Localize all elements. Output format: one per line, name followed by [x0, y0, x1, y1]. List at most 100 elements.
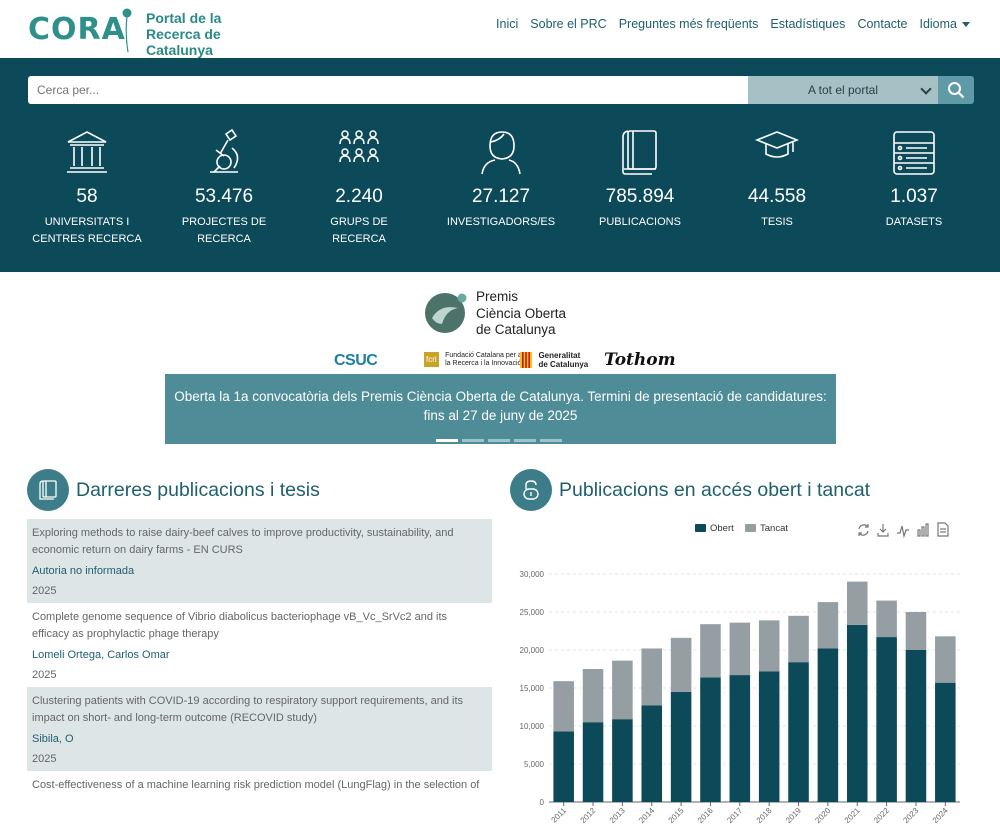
nav-faq[interactable]: Preguntes més freqüents — [619, 17, 759, 31]
pub-year: 2025 — [32, 585, 57, 597]
stat-label: INVESTIGADORS/ES — [446, 216, 556, 228]
legend-swatch-tancat[interactable] — [745, 524, 756, 532]
carousel-dot-1[interactable] — [436, 439, 458, 442]
bar-obert-2018[interactable] — [758, 671, 780, 802]
bar-obert-2019[interactable] — [788, 662, 809, 802]
stat-publicacions[interactable]: 785.894 PUBLICACIONS — [570, 128, 710, 231]
announcement-banner[interactable]: Oberta la 1a convocatòria dels Premis Ci… — [165, 374, 836, 444]
book-icon — [39, 480, 57, 500]
stat-label: DATASETS — [885, 216, 943, 228]
stats-row: 58 UNIVERSITATS I CENTRES RECERCA 53.476 … — [0, 128, 1000, 268]
gencat-logo[interactable]: Generalitat de Catalunya — [520, 351, 588, 372]
bar-tancat-2016[interactable] — [700, 624, 721, 678]
stat-grups[interactable]: 2.240 GRUPS DE RECERCA — [289, 128, 429, 248]
bar-obert-2020[interactable] — [817, 648, 839, 802]
bar-obert-2013[interactable] — [612, 719, 633, 802]
bar-obert-2024[interactable] — [935, 682, 956, 802]
nav-idioma[interactable]: Idioma — [919, 17, 970, 31]
nav-idioma-label: Idioma — [919, 17, 957, 31]
bar-obert-2016[interactable] — [700, 677, 721, 802]
refresh-icon[interactable] — [858, 524, 869, 536]
legend-label-tancat[interactable]: Tancat — [760, 523, 788, 534]
x-tick-label: 2017 — [725, 806, 744, 825]
nav-sobre[interactable]: Sobre el PRC — [530, 17, 606, 31]
bar-tancat-2017[interactable] — [729, 622, 751, 676]
fcri-logo[interactable]: fcri Fundació Catalana per a la Recerca i… — [424, 352, 522, 370]
bar-obert-2015[interactable] — [670, 691, 692, 802]
pub-author[interactable]: Sibila, O — [32, 733, 487, 745]
stat-value: 27.127 — [471, 186, 531, 207]
publications-list: Exploring methods to raise dairy-beef ca… — [27, 519, 492, 794]
bar-tancat-2011[interactable] — [553, 681, 574, 732]
stat-value: 53.476 — [194, 186, 254, 207]
bar-tancat-2018[interactable] — [758, 620, 780, 672]
stat-tesis[interactable]: 44.558 TESIS — [707, 128, 847, 231]
y-tick-label: 10,000 — [520, 722, 545, 731]
bar-tancat-2012[interactable] — [582, 669, 604, 723]
bar-tancat-2020[interactable] — [817, 602, 839, 649]
chart-bars — [553, 581, 956, 802]
download-icon[interactable] — [877, 524, 889, 537]
carousel-indicators — [436, 439, 562, 442]
list-item[interactable]: Exploring methods to raise dairy-beef ca… — [27, 519, 492, 603]
bar-tancat-2014[interactable] — [641, 648, 663, 706]
pub-author[interactable]: Autoria no informada — [32, 565, 487, 577]
stat-investigadors[interactable]: 27.127 INVESTIGADORS/ES — [431, 128, 571, 231]
pub-title[interactable]: Cost-effectiveness of a machine learning… — [32, 777, 487, 794]
search-icon — [948, 82, 965, 99]
bar-tancat-2021[interactable] — [846, 581, 868, 625]
legend-swatch-obert[interactable] — [695, 524, 706, 532]
bar-obert-2022[interactable] — [876, 637, 897, 802]
pub-title[interactable]: Clustering patients with COVID-19 accord… — [32, 693, 487, 727]
nav-inici[interactable]: Inici — [496, 17, 518, 31]
bar-obert-2023[interactable] — [905, 650, 927, 802]
x-tick-label: 2014 — [637, 806, 656, 825]
pub-author[interactable]: Lomeli Ortega, Carlos Omar — [32, 649, 487, 661]
bar-obert-2017[interactable] — [729, 675, 751, 802]
bar-tancat-2024[interactable] — [935, 636, 956, 683]
y-tick-label: 15,000 — [520, 684, 545, 693]
x-tick-label: 2016 — [696, 806, 715, 825]
data-view-icon[interactable] — [937, 522, 949, 537]
stat-projectes[interactable]: 53.476 PROJECTES DE RECERCA — [154, 128, 294, 248]
bar-tancat-2015[interactable] — [670, 637, 692, 692]
logo-subtitle-line1: Portal de la — [146, 10, 222, 26]
nav-estadistiques[interactable]: Estadístiques — [770, 17, 845, 31]
bar-tancat-2019[interactable] — [788, 615, 809, 663]
nav-contacte[interactable]: Contacte — [857, 17, 907, 31]
list-item[interactable]: Clustering patients with COVID-19 accord… — [27, 687, 492, 771]
cora-logo[interactable]: CORA Portal de la Recerca de Catalunya — [28, 4, 288, 58]
legend-label-obert[interactable]: Obert — [710, 523, 734, 534]
bar-tancat-2023[interactable] — [905, 612, 927, 650]
search-scope-select[interactable]: A tot el portal — [748, 76, 938, 104]
y-tick-label: 0 — [540, 798, 545, 807]
bar-obert-2021[interactable] — [846, 624, 868, 802]
premis-logo[interactable]: Premis Ciència Oberta de Catalunya — [424, 289, 624, 341]
line-chart-icon[interactable] — [897, 525, 909, 539]
bar-obert-2012[interactable] — [582, 722, 604, 802]
search-input[interactable] — [28, 76, 748, 104]
bar-tancat-2013[interactable] — [612, 660, 633, 720]
carousel-dot-5[interactable] — [540, 439, 562, 442]
bar-chart-icon[interactable] — [917, 523, 929, 537]
x-tick-label: 2024 — [931, 806, 950, 825]
carousel-dot-2[interactable] — [462, 439, 484, 442]
tothom-logo[interactable]: Tothom — [604, 350, 676, 370]
csuc-logo[interactable]: CSUC — [334, 352, 378, 370]
chevron-down-icon — [920, 83, 932, 95]
pub-title[interactable]: Exploring methods to raise dairy-beef ca… — [32, 525, 487, 559]
pub-title[interactable]: Complete genome sequence of Vibrio diabo… — [32, 609, 487, 643]
main-nav: Inici Sobre el PRC Preguntes més freqüen… — [496, 17, 970, 31]
y-tick-label: 20,000 — [520, 646, 545, 655]
list-item[interactable]: Complete genome sequence of Vibrio diabo… — [27, 603, 492, 687]
list-item[interactable]: Cost-effectiveness of a machine learning… — [27, 771, 492, 794]
carousel-dot-3[interactable] — [488, 439, 510, 442]
carousel-dot-4[interactable] — [514, 439, 536, 442]
bar-obert-2011[interactable] — [553, 731, 574, 802]
bar-obert-2014[interactable] — [641, 705, 663, 802]
search-button[interactable] — [938, 76, 974, 104]
microscope-icon — [210, 128, 239, 173]
bar-tancat-2022[interactable] — [876, 600, 897, 638]
stat-universitats[interactable]: 58 UNIVERSITATS I CENTRES RECERCA — [17, 128, 157, 248]
stat-datasets[interactable]: 1.037 DATASETS — [844, 128, 984, 231]
